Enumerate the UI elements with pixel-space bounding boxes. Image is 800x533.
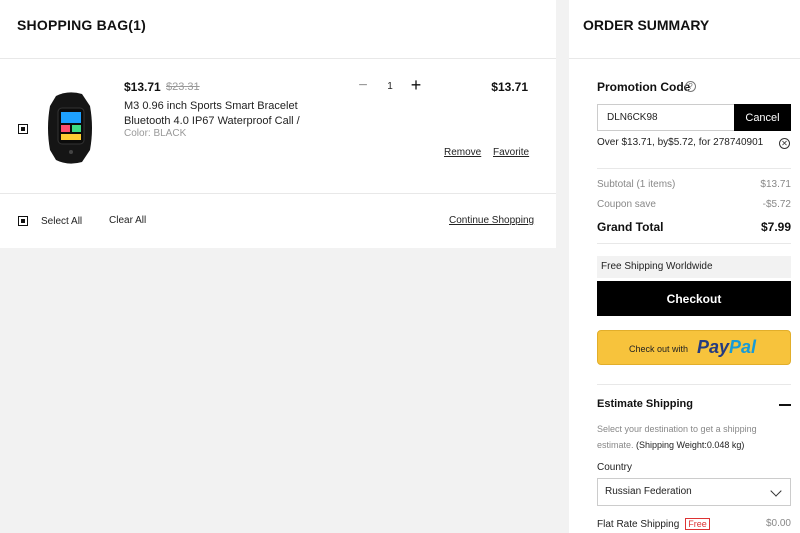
free-shipping-note: Free Shipping Worldwide [597, 256, 791, 278]
grand-total-value: $7.99 [760, 220, 791, 234]
divider [597, 243, 791, 244]
close-circle-icon[interactable]: ✕ [779, 138, 790, 149]
estimate-description: Select your destination to get a shippin… [597, 421, 791, 453]
paypal-lead-text: Check out with [629, 344, 689, 354]
shipping-weight: (Shipping Weight:0.048 kg) [636, 440, 745, 450]
grand-total-row: Grand Total $7.99 [597, 220, 791, 234]
estimate-shipping-title[interactable]: Estimate Shipping [597, 398, 693, 410]
product-image[interactable] [38, 88, 114, 168]
promo-cancel-button[interactable]: Cancel [734, 104, 791, 131]
minus-icon[interactable]: − [356, 78, 370, 94]
grand-total-label: Grand Total [597, 220, 664, 234]
paypal-checkout-button[interactable]: Check out with PayPal [597, 330, 791, 365]
promo-code-input[interactable] [597, 104, 735, 131]
help-icon[interactable]: ? [685, 81, 696, 92]
flat-rate-label: Flat Rate Shipping [597, 519, 680, 530]
clear-all-button[interactable]: Clear All [109, 215, 146, 226]
subtotal-value: $13.71 [760, 179, 791, 190]
cart-item: $13.71 $23.31 M3 0.96 inch Sports Smart … [0, 60, 556, 194]
item-color: Color: BLACK [124, 128, 187, 139]
select-all-checkbox[interactable] [18, 216, 28, 226]
coupon-label: Coupon save [597, 199, 656, 210]
collapse-icon[interactable] [779, 404, 791, 406]
flat-rate-value: $0.00 [765, 518, 791, 529]
shopping-bag-panel: SHOPPING BAG(1) $13.71 $23.31 M3 0.96 in… [0, 0, 556, 248]
flat-rate-row: Flat Rate Shipping Free $0.00 [597, 518, 791, 530]
item-total: $13.71 [491, 80, 528, 94]
coupon-value: -$5.72 [762, 199, 791, 210]
promo-label: Promotion Code [597, 80, 691, 94]
continue-shopping-link[interactable]: Continue Shopping [449, 215, 534, 226]
country-value: Russian Federation [605, 486, 692, 497]
country-label: Country [597, 462, 633, 473]
promo-message: Over $13.71, by$5.72, for 278740901 [597, 137, 764, 148]
summary-title: ORDER SUMMARY [583, 17, 710, 33]
country-select[interactable]: Russian Federation [597, 478, 791, 506]
divider [597, 384, 791, 385]
subtotal-label: Subtotal (1 items) [597, 179, 676, 190]
free-badge: Free [685, 518, 710, 530]
item-checkbox[interactable] [18, 124, 28, 134]
favorite-link[interactable]: Favorite [493, 147, 529, 158]
coupon-row: Coupon save -$5.72 [597, 199, 791, 210]
cart-header: SHOPPING BAG(1) [0, 0, 556, 59]
plus-icon[interactable]: + [409, 76, 423, 94]
item-name[interactable]: M3 0.96 inch Sports Smart Bracelet Bluet… [124, 99, 304, 129]
summary-header: ORDER SUMMARY [569, 0, 800, 59]
subtotal-row: Subtotal (1 items) $13.71 [597, 179, 791, 190]
item-price: $13.71 [124, 80, 161, 94]
remove-link[interactable]: Remove [444, 147, 481, 158]
order-summary-panel: ORDER SUMMARY Promotion Code ? Cancel Ov… [569, 0, 800, 533]
chevron-down-icon [770, 485, 782, 497]
select-all-label[interactable]: Select All [41, 216, 82, 227]
paypal-logo: PayPal [697, 337, 757, 357]
cart-footer: Select All Clear All Continue Shopping [0, 195, 556, 248]
divider [597, 168, 791, 169]
quantity-value[interactable]: 1 [384, 81, 396, 92]
cart-title: SHOPPING BAG(1) [17, 17, 147, 33]
checkout-button[interactable]: Checkout [597, 281, 791, 316]
item-old-price: $23.31 [166, 81, 200, 93]
